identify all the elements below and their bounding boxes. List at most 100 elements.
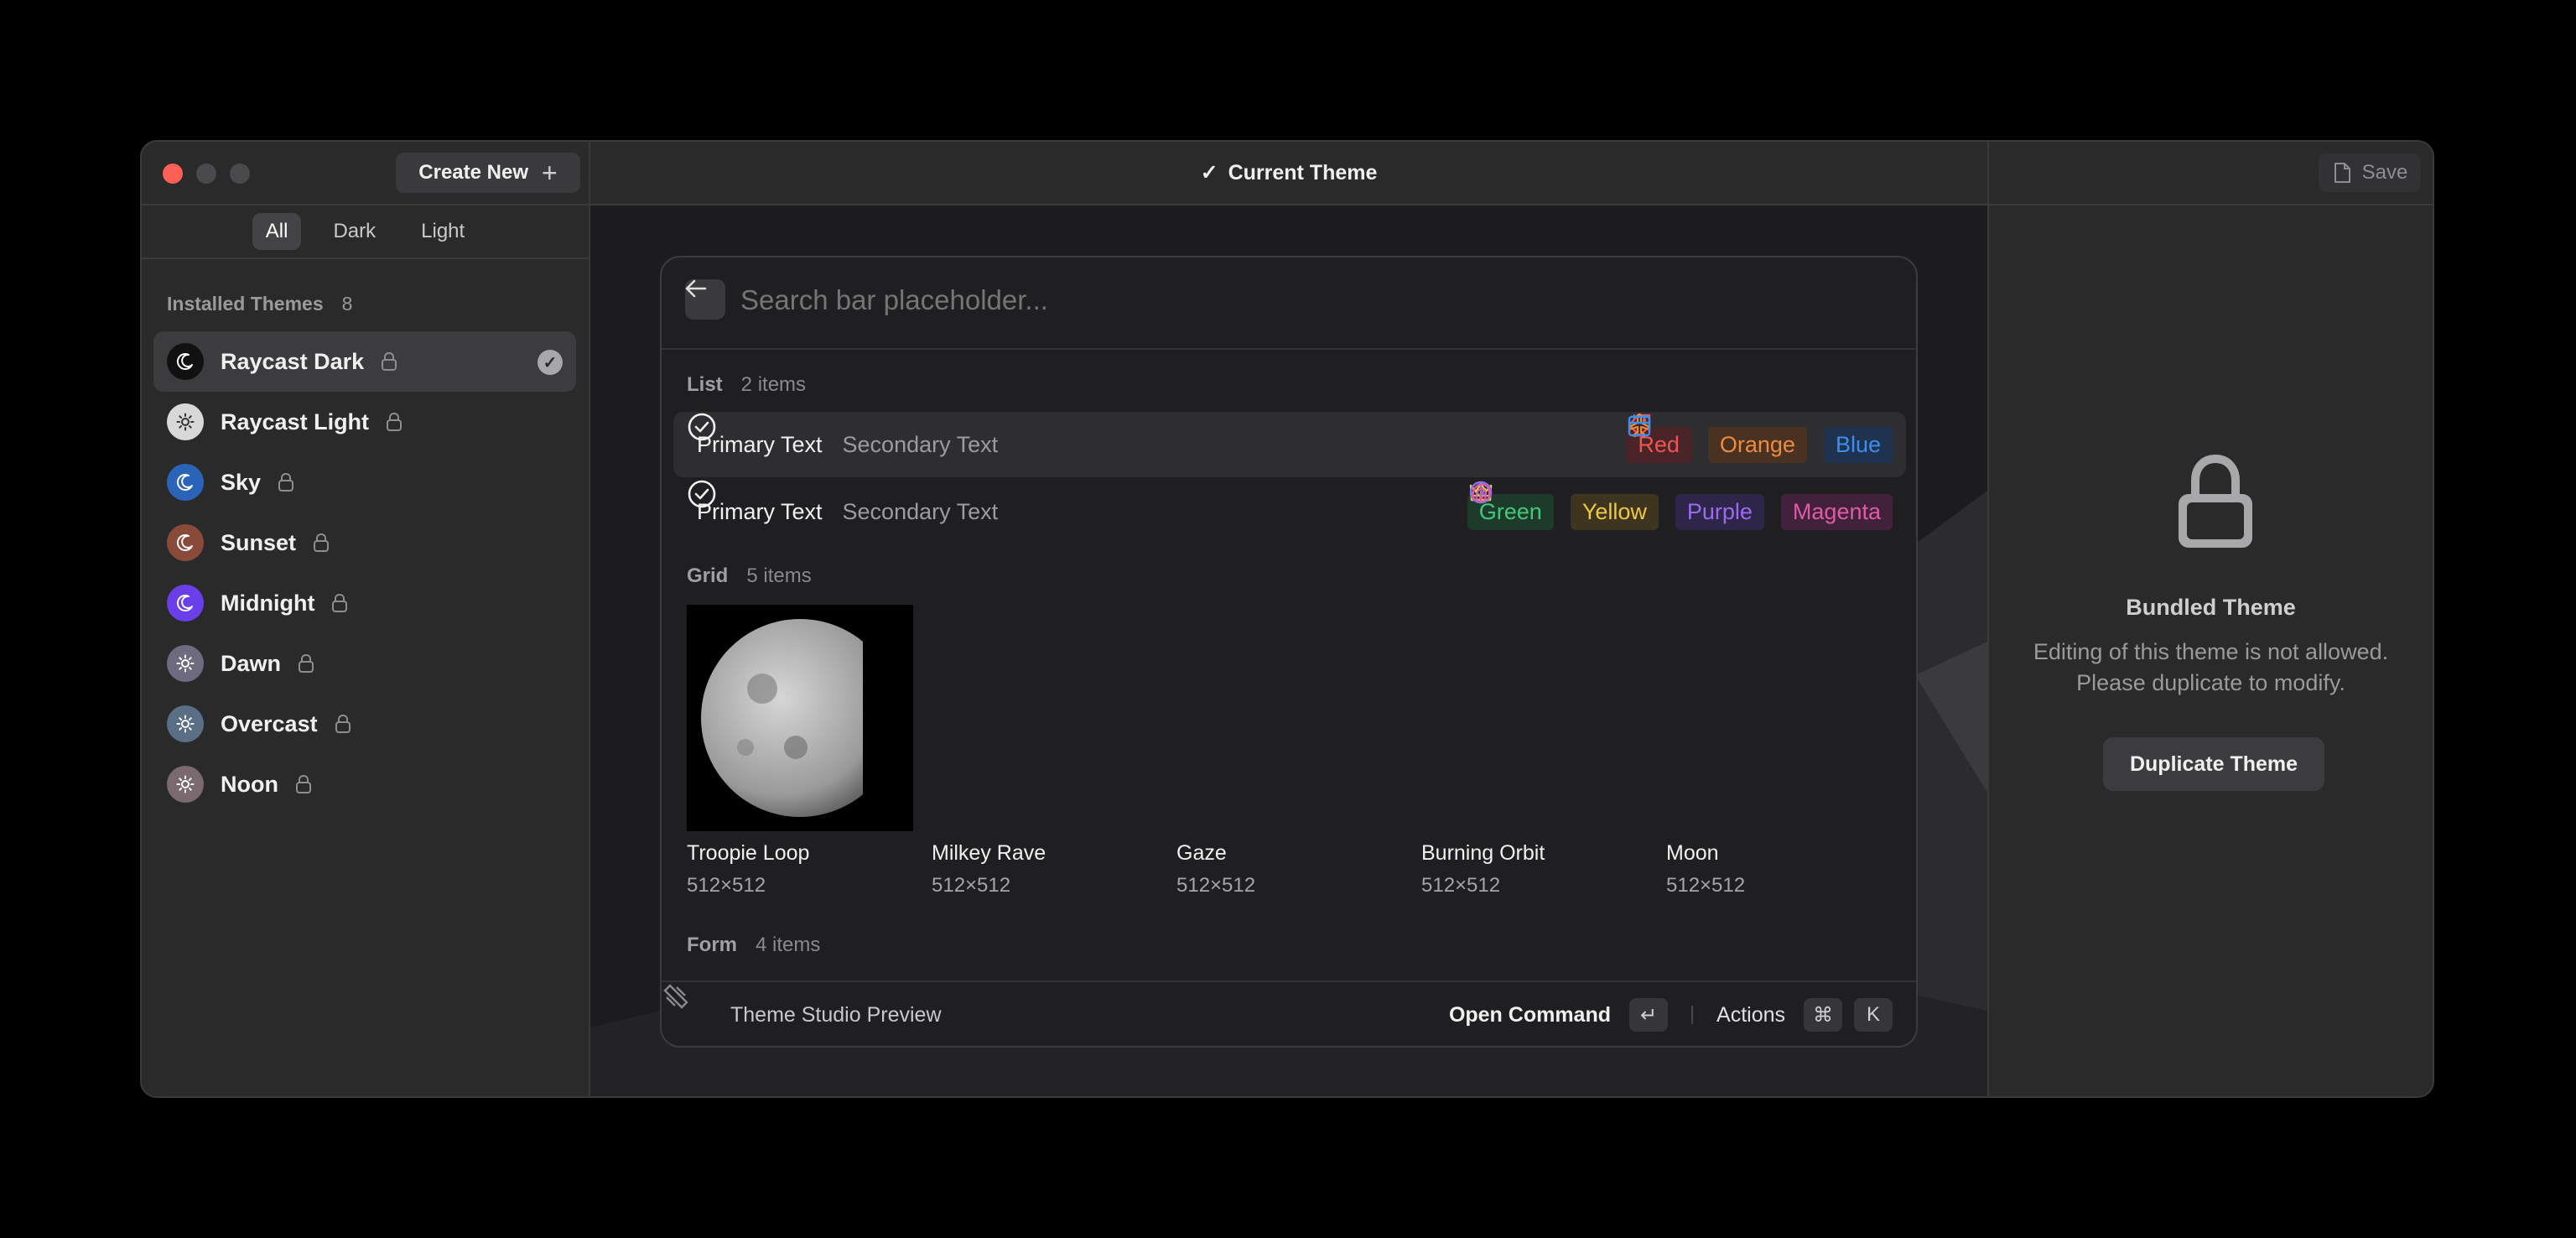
grid-item-title: Moon	[1666, 841, 1719, 865]
filter-light[interactable]: Light	[408, 213, 478, 250]
sun-icon	[167, 403, 204, 440]
current-theme-title: ✓ Current Theme	[590, 142, 1987, 205]
grid-item-title: Troopie Loop	[687, 841, 810, 865]
grid-item-subtitle: 512×512	[1176, 874, 1256, 897]
minimize-window-button[interactable]	[196, 164, 216, 184]
lock-icon	[313, 533, 330, 553]
create-new-button[interactable]: Create New +	[396, 153, 580, 193]
grid-section-title: Grid	[687, 564, 729, 587]
grid-item[interactable]: Milkey Rave 512×512	[687, 605, 1158, 897]
search-bar	[662, 257, 1916, 350]
raycast-logo-icon	[663, 984, 688, 1009]
check-circle-icon	[688, 413, 716, 441]
lock-icon	[335, 714, 351, 734]
theme-name: Noon	[221, 771, 278, 797]
grid-item-subtitle: 512×512	[687, 874, 766, 897]
grid-item[interactable]: Burning Orbit 512×512	[687, 605, 1648, 897]
wallpaper: List 2 items Primary Text Secondary Text	[590, 205, 1987, 1096]
save-button[interactable]: Save	[2319, 153, 2421, 192]
tag-yellow: Yellow	[1570, 493, 1659, 530]
list-section-title: List	[687, 373, 723, 396]
app-window: Create New + All Dark Light Installed Th…	[140, 140, 2434, 1098]
theme-list: Raycast Dark ✓ Raycast Light Sky Sunset Midni…	[153, 331, 576, 814]
list-item[interactable]: Primary Text Secondary Text	[673, 479, 1906, 544]
theme-name: Overcast	[221, 710, 318, 736]
preview-area: ✓ Current Theme List2 i	[590, 142, 1987, 1096]
action-bar-title: Theme Studio Preview	[730, 1003, 942, 1027]
theme-details-panel: Save Bundled Theme Editing of this theme…	[1987, 142, 2433, 1096]
grid-item[interactable]: Moon 512×512	[687, 605, 1893, 897]
current-theme-label: Current Theme	[1228, 160, 1378, 185]
theme-name: Sunset	[221, 529, 297, 555]
sidebar-item-theme[interactable]: Sky	[153, 452, 576, 512]
moon-icon	[167, 464, 204, 501]
actions-button[interactable]: Actions	[1716, 1003, 1785, 1027]
lock-icon	[298, 653, 314, 674]
list-section-count: 2 items	[740, 373, 807, 396]
save-label: Save	[2361, 161, 2408, 184]
right-titlebar: Save	[1989, 142, 2433, 205]
moon-icon	[167, 524, 204, 561]
k-key: K	[1854, 998, 1893, 1032]
theme-name: Raycast Light	[221, 408, 370, 434]
back-button[interactable]	[685, 279, 725, 320]
sun-icon	[167, 645, 204, 682]
theme-name: Sky	[221, 469, 262, 495]
list-section-header: List 2 items	[687, 373, 806, 397]
fingerprint-icon	[1472, 483, 1490, 504]
form-section-header: Form 4 items	[687, 934, 820, 957]
grid-item[interactable]: Gaze 512×512	[687, 605, 1403, 897]
secondary-text: Secondary Text	[842, 431, 999, 457]
sun-icon	[167, 705, 204, 742]
filter-all[interactable]: All	[252, 213, 302, 250]
grid-item-title: Milkey Rave	[932, 841, 1046, 865]
tag-magenta: Magenta	[1780, 493, 1893, 530]
lock-icon	[386, 412, 402, 432]
tag-orange: Orange	[1707, 426, 1807, 463]
sidebar-item-theme[interactable]: Dawn	[153, 633, 576, 694]
sidebar-item-theme[interactable]: Noon	[153, 754, 576, 814]
grid-thumbnail-dark-space	[687, 605, 1648, 831]
moon-icon	[167, 343, 204, 380]
action-bar: Theme Studio Preview Open Command ↵ Acti…	[662, 981, 1916, 1046]
command-key-icon: ⌘	[1804, 998, 1842, 1032]
theme-name: Raycast Dark	[221, 348, 365, 374]
list-item[interactable]: Primary Text Secondary Text	[673, 412, 1906, 477]
sidebar-item-theme[interactable]: Overcast	[153, 694, 576, 754]
sun-icon	[167, 766, 204, 803]
open-command-action[interactable]: Open Command	[1449, 1003, 1611, 1027]
plus-icon: +	[542, 158, 558, 188]
lock-icon	[2179, 454, 2252, 548]
bundled-theme-description-line: Editing of this theme is not allowed.	[2033, 639, 2389, 664]
sidebar-item-theme[interactable]: Sunset	[153, 512, 576, 573]
duplicate-theme-button[interactable]: Duplicate Theme	[2103, 737, 2324, 791]
sidebar-titlebar: Create New +	[142, 142, 589, 205]
installed-themes-title: Installed Themes	[167, 293, 324, 315]
installed-themes-heading: Installed Themes 8	[167, 293, 352, 315]
close-window-button[interactable]	[163, 164, 183, 184]
form-section-title: Form	[687, 934, 737, 956]
maximize-window-button[interactable]	[230, 164, 250, 184]
filter-dark[interactable]: Dark	[319, 213, 389, 250]
grid-section-count: 5 items	[746, 564, 812, 587]
action-bar-actions: Open Command ↵ Actions ⌘ K	[1449, 982, 1893, 1046]
sidebar-item-theme[interactable]: Raycast Light	[153, 392, 576, 452]
bundled-theme-description: Editing of this theme is not allowed. Pl…	[1989, 637, 2433, 699]
grid-item-subtitle: 512×512	[1666, 874, 1746, 897]
list-item-accessories: Red Orange Blue	[1626, 412, 1893, 477]
grid-item-subtitle: 512×512	[1421, 874, 1501, 897]
sidebar-item-theme[interactable]: Midnight	[153, 573, 576, 633]
lock-icon	[381, 351, 397, 372]
bundled-theme-description-line: Please duplicate to modify.	[2076, 670, 2345, 695]
bundled-theme-title: Bundled Theme	[2126, 595, 2296, 620]
sidebar-item-theme[interactable]: Raycast Dark ✓	[153, 331, 576, 392]
search-input[interactable]	[740, 284, 1831, 316]
lock-icon	[331, 593, 348, 613]
selected-check-icon: ✓	[538, 350, 563, 375]
create-new-label: Create New	[418, 161, 529, 184]
form-section-count: 4 items	[756, 934, 821, 956]
grid-thumbnail-red-nebula	[687, 605, 1403, 831]
arrow-left-icon	[685, 279, 707, 298]
sidebar: Create New + All Dark Light Installed Th…	[142, 142, 590, 1096]
tag-blue: Blue	[1823, 426, 1893, 463]
